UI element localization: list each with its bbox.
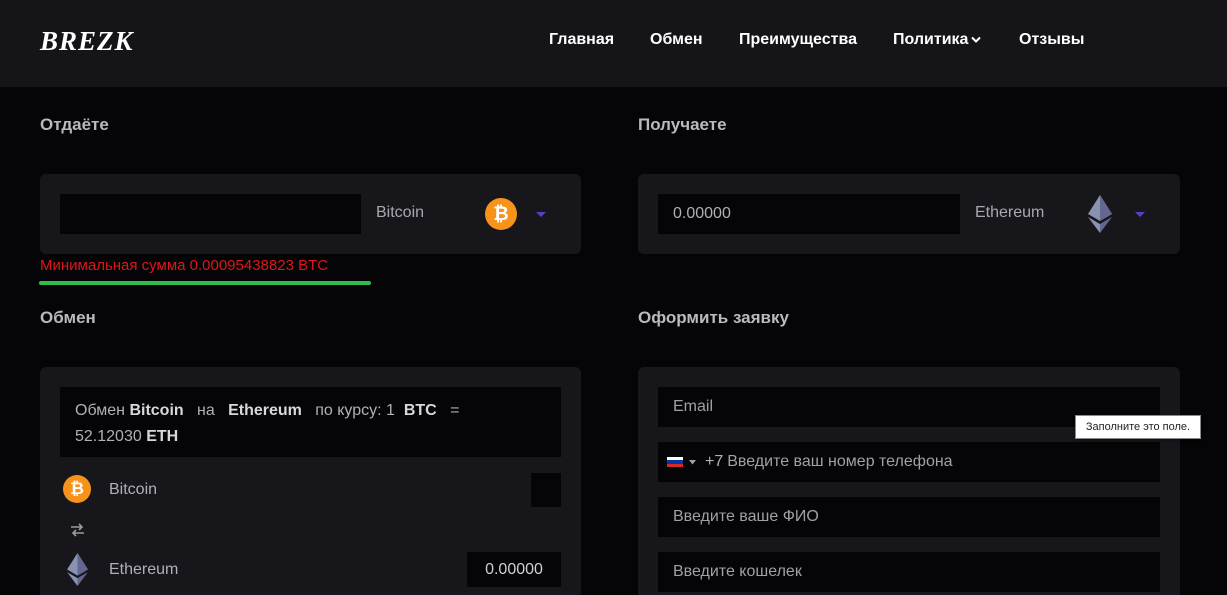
phone-placeholder: Введите ваш номер телефона (727, 453, 953, 470)
rate-from-code: BTC (403, 402, 437, 419)
receive-amount-input[interactable]: 0.00000 (658, 194, 960, 234)
exchange-title: Обмен (40, 308, 96, 327)
exchange-from-value (531, 473, 561, 507)
nav-reviews[interactable]: Отзывы (1019, 31, 1084, 49)
give-title: Отдаёте (40, 115, 109, 134)
receive-amount-value: 0.00000 (673, 205, 731, 222)
receive-currency-dropdown-caret-icon[interactable] (1135, 212, 1145, 217)
give-currency-dropdown-caret-icon[interactable] (536, 212, 546, 217)
nav-policy[interactable]: Политика (893, 31, 982, 49)
exchange-from-name: Bitcoin (109, 481, 158, 498)
order-title: Оформить заявку (638, 308, 789, 327)
give-amount-input[interactable] (60, 194, 361, 234)
exchange-rate-box: Обмен Bitcoin на Ethereum по курсу: 1 BT… (60, 387, 561, 457)
ethereum-icon (67, 553, 88, 586)
nav-home[interactable]: Главная (549, 31, 614, 49)
bitcoin-icon: ₿ (63, 475, 91, 503)
phone-code: +7 (705, 453, 724, 470)
rate-label: по курсу: 1 (315, 402, 395, 419)
exchange-to-name: Ethereum (109, 561, 179, 578)
logo[interactable]: BREZK (40, 26, 134, 57)
exchange-to-value: 0.00000 (467, 552, 561, 587)
progress-underline (39, 281, 371, 285)
give-panel: Bitcoin ₿ (40, 174, 581, 254)
min-amount-message: Минимальная сумма 0.00095438823 BTC (40, 257, 329, 274)
russia-flag-icon[interactable] (667, 456, 683, 468)
rate-to-currency: Ethereum (228, 402, 302, 419)
nav-policy-label: Политика (893, 31, 969, 48)
rate-equals: = (450, 402, 460, 419)
site-header: BREZK Главная Обмен Преимущества Политик… (0, 0, 1227, 87)
validation-tooltip: Заполните это поле. (1075, 415, 1201, 439)
rate-from-currency: Bitcoin (129, 402, 184, 419)
chevron-down-icon (971, 36, 982, 43)
give-currency-name: Bitcoin (376, 204, 425, 221)
rate-to-code: ETH (146, 428, 179, 445)
rate-on: на (197, 402, 215, 419)
receive-panel: 0.00000 Ethereum (638, 174, 1180, 254)
rate-value: 52.12030 (75, 428, 142, 445)
full-name-field[interactable]: Введите ваше ФИО (658, 497, 1160, 537)
receive-title: Получаете (638, 115, 727, 134)
wallet-field[interactable]: Введите кошелек (658, 552, 1160, 592)
swap-icon[interactable] (70, 523, 85, 537)
ethereum-icon (1088, 195, 1112, 233)
chevron-down-icon[interactable] (689, 459, 696, 465)
nav-advantages[interactable]: Преимущества (739, 31, 857, 49)
bitcoin-icon: ₿ (485, 198, 517, 230)
phone-field[interactable]: +7 Введите ваш номер телефона (658, 442, 1160, 482)
rate-prefix: Обмен (75, 402, 125, 419)
nav-exchange[interactable]: Обмен (650, 31, 703, 49)
receive-currency-name: Ethereum (975, 204, 1045, 221)
